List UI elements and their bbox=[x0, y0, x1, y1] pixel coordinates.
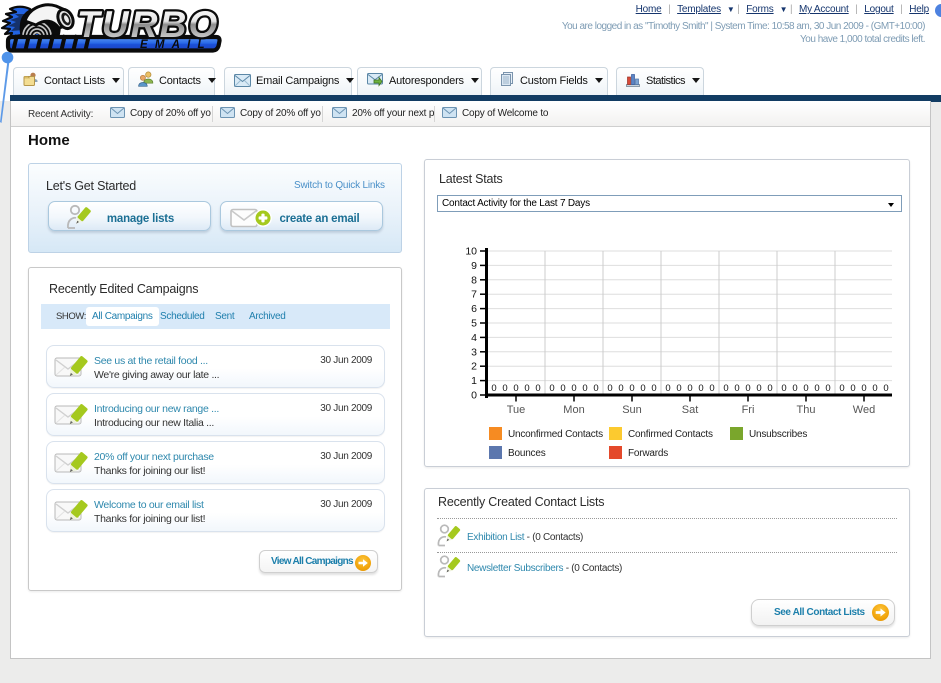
svg-text:0: 0 bbox=[825, 383, 830, 394]
svg-text:0: 0 bbox=[560, 383, 565, 394]
svg-text:8: 8 bbox=[471, 274, 477, 286]
svg-text:0: 0 bbox=[687, 383, 692, 394]
svg-text:0: 0 bbox=[618, 383, 623, 394]
svg-text:2: 2 bbox=[471, 361, 477, 373]
svg-text:0: 0 bbox=[676, 383, 681, 394]
svg-text:5: 5 bbox=[471, 318, 477, 330]
svg-text:0: 0 bbox=[814, 383, 819, 394]
svg-text:0: 0 bbox=[850, 383, 855, 394]
svg-text:Wed: Wed bbox=[853, 404, 875, 416]
svg-text:3: 3 bbox=[471, 346, 477, 358]
svg-text:Thu: Thu bbox=[797, 404, 816, 416]
svg-text:0: 0 bbox=[698, 383, 703, 394]
svg-text:0: 0 bbox=[803, 383, 808, 394]
svg-text:4: 4 bbox=[471, 332, 477, 344]
svg-text:0: 0 bbox=[629, 383, 634, 394]
svg-text:0: 0 bbox=[665, 383, 670, 394]
svg-text:0: 0 bbox=[839, 383, 844, 394]
svg-text:Sun: Sun bbox=[622, 404, 642, 416]
svg-text:0: 0 bbox=[491, 383, 496, 394]
svg-text:0: 0 bbox=[651, 383, 656, 394]
svg-text:9: 9 bbox=[471, 260, 477, 272]
svg-text:0: 0 bbox=[781, 383, 786, 394]
svg-text:0: 0 bbox=[607, 383, 612, 394]
svg-text:10: 10 bbox=[465, 246, 477, 258]
svg-text:0: 0 bbox=[571, 383, 576, 394]
svg-text:0: 0 bbox=[513, 383, 518, 394]
svg-text:0: 0 bbox=[734, 383, 739, 394]
svg-text:0: 0 bbox=[535, 383, 540, 394]
svg-text:0: 0 bbox=[502, 383, 507, 394]
svg-text:0: 0 bbox=[872, 383, 877, 394]
svg-text:Mon: Mon bbox=[563, 404, 584, 416]
svg-text:6: 6 bbox=[471, 303, 477, 315]
svg-text:0: 0 bbox=[861, 383, 866, 394]
svg-text:0: 0 bbox=[524, 383, 529, 394]
svg-text:0: 0 bbox=[756, 383, 761, 394]
svg-text:0: 0 bbox=[471, 390, 477, 402]
svg-text:7: 7 bbox=[471, 289, 477, 301]
svg-text:0: 0 bbox=[593, 383, 598, 394]
svg-text:0: 0 bbox=[745, 383, 750, 394]
svg-text:0: 0 bbox=[549, 383, 554, 394]
svg-text:0: 0 bbox=[767, 383, 772, 394]
svg-text:Tue: Tue bbox=[507, 404, 526, 416]
svg-text:0: 0 bbox=[792, 383, 797, 394]
svg-text:0: 0 bbox=[709, 383, 714, 394]
svg-text:Fri: Fri bbox=[742, 404, 755, 416]
svg-text:0: 0 bbox=[640, 383, 645, 394]
svg-text:Sat: Sat bbox=[682, 404, 699, 416]
svg-text:TURBO: TURBO bbox=[77, 4, 220, 45]
svg-text:0: 0 bbox=[883, 383, 888, 394]
svg-text:0: 0 bbox=[582, 383, 587, 394]
svg-text:1: 1 bbox=[471, 375, 477, 387]
svg-text:0: 0 bbox=[723, 383, 728, 394]
